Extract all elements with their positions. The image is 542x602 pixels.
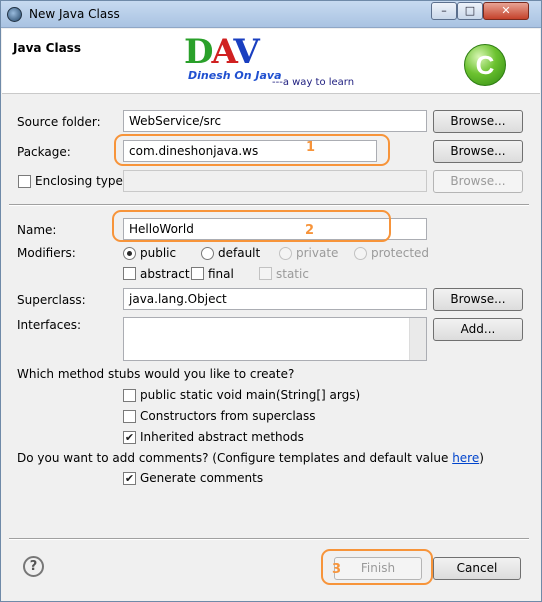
source-folder-browse-button[interactable]: Browse... xyxy=(433,110,523,133)
generate-comments-checkbox[interactable]: ✔ xyxy=(123,472,136,485)
constructors-label: Constructors from superclass xyxy=(140,409,316,423)
method-stubs-question: Which method stubs would you like to cre… xyxy=(17,367,295,381)
cancel-button[interactable]: Cancel xyxy=(433,557,521,580)
constructors-checkbox[interactable] xyxy=(123,410,136,423)
modifier-final-label: final xyxy=(208,267,234,281)
new-java-class-dialog: New Java Class – □ ✕ Java Class DAV Dine… xyxy=(0,0,542,602)
annotation-number-two: 2 xyxy=(305,223,315,238)
logo-letter-v: V xyxy=(233,32,259,72)
maximize-button[interactable]: □ xyxy=(457,2,483,20)
inherited-methods-checkbox[interactable]: ✔ xyxy=(123,431,136,444)
name-label: Name: xyxy=(17,223,57,237)
main-method-checkbox[interactable] xyxy=(123,389,136,402)
enclosing-type-label: Enclosing type: xyxy=(35,174,127,188)
logo-tagline: ---a way to learn xyxy=(272,77,355,88)
main-method-label: public static void main(String[] args) xyxy=(140,388,361,402)
superclass-label: Superclass: xyxy=(17,293,86,307)
inherited-methods-label: Inherited abstract methods xyxy=(140,430,304,444)
interfaces-list[interactable] xyxy=(123,317,427,361)
annotation-highlight-package xyxy=(114,134,390,166)
footer-separator xyxy=(9,538,529,540)
modifier-private-radio[interactable] xyxy=(279,247,292,260)
help-icon[interactable]: ? xyxy=(23,556,44,577)
eclipse-app-icon xyxy=(7,7,22,22)
enclosing-type-input[interactable] xyxy=(123,170,427,192)
modifier-protected-label: protected xyxy=(371,246,430,260)
title-bar: New Java Class – □ ✕ xyxy=(1,1,541,28)
minimize-button[interactable]: – xyxy=(431,2,457,20)
separator xyxy=(9,204,529,206)
annotation-number-one: 1 xyxy=(306,140,316,155)
logo-letter-a: A xyxy=(211,32,235,72)
interfaces-scrollbar[interactable] xyxy=(409,318,426,360)
logo-letter-d: D xyxy=(184,32,214,72)
modifier-final-checkbox[interactable] xyxy=(191,267,204,280)
window-title: New Java Class xyxy=(29,7,120,21)
comments-question: Do you want to add comments? (Configure … xyxy=(17,451,484,465)
source-folder-label: Source folder: xyxy=(17,115,101,129)
modifier-default-label: default xyxy=(218,246,261,260)
annotation-number-three: 3 xyxy=(332,562,342,577)
superclass-input[interactable]: java.lang.Object xyxy=(123,288,427,310)
configure-templates-link[interactable]: here xyxy=(452,451,479,465)
modifier-static-label: static xyxy=(276,267,309,281)
wizard-title: Java Class xyxy=(13,41,81,55)
superclass-browse-button[interactable]: Browse... xyxy=(433,288,523,311)
package-browse-button[interactable]: Browse... xyxy=(433,140,523,163)
modifier-public-radio[interactable] xyxy=(123,247,136,260)
modifier-private-label: private xyxy=(296,246,339,260)
wizard-header: Java Class DAV Dinesh On Java ---a way t… xyxy=(2,29,540,94)
package-label: Package: xyxy=(17,145,71,159)
modifier-public-label: public xyxy=(140,246,177,260)
generate-comments-label: Generate comments xyxy=(140,471,264,485)
source-folder-input[interactable]: WebService/src xyxy=(123,110,427,132)
logo-subtitle: Dinesh On Java xyxy=(188,69,282,82)
dinesh-on-java-logo: DAV Dinesh On Java ---a way to learn xyxy=(182,32,354,90)
modifier-protected-radio[interactable] xyxy=(354,247,367,260)
close-button[interactable]: ✕ xyxy=(483,2,529,20)
modifiers-label: Modifiers: xyxy=(17,246,76,260)
enclosing-type-browse-button[interactable]: Browse... xyxy=(433,170,523,193)
modifier-abstract-checkbox[interactable] xyxy=(123,267,136,280)
new-class-icon: C xyxy=(464,44,506,86)
modifier-static-checkbox[interactable] xyxy=(259,267,272,280)
interfaces-add-button[interactable]: Add... xyxy=(433,318,523,341)
modifier-abstract-label: abstract xyxy=(140,267,190,281)
annotation-highlight-name xyxy=(112,210,391,242)
enclosing-type-checkbox[interactable] xyxy=(18,175,31,188)
modifier-default-radio[interactable] xyxy=(201,247,214,260)
interfaces-label: Interfaces: xyxy=(17,318,82,332)
